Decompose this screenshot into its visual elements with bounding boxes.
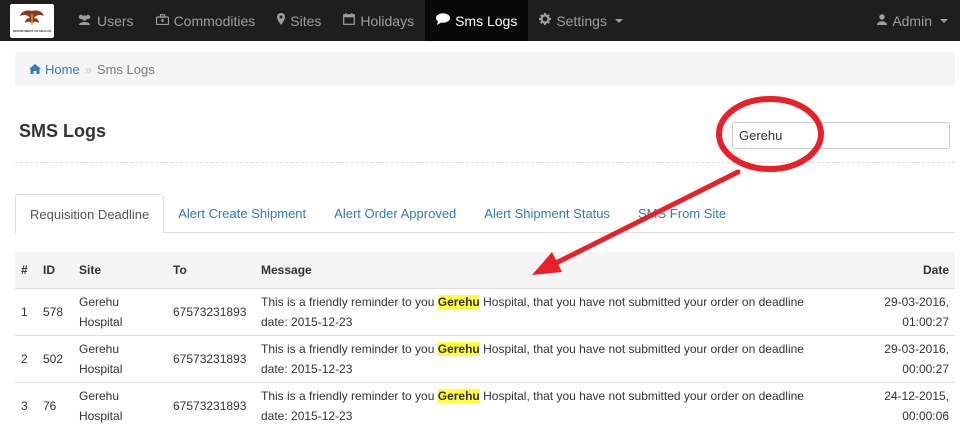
nav-sites-label: Sites — [290, 12, 322, 29]
message-line-2: date: 2015-12-23 — [261, 408, 353, 423]
chevron-down-icon — [614, 18, 623, 23]
nav-sites[interactable]: Sites — [266, 0, 332, 41]
user-menu-label: Admin — [892, 12, 932, 29]
briefcase-icon — [155, 13, 169, 28]
search-highlight: Gerehu — [437, 341, 480, 356]
sms-type-tabs: Requisition Deadline Alert Create Shipme… — [15, 194, 955, 234]
cell-date: 29-03-2016, 00:00:27 — [865, 334, 955, 382]
table-row: 2 502 Gerehu Hospital 67573231893 This is… — [15, 334, 955, 382]
nav-holidays[interactable]: Holidays — [332, 0, 425, 41]
tab-alert-shipment-status[interactable]: Alert Shipment Status — [470, 194, 624, 233]
user-menu[interactable]: Admin — [866, 0, 960, 41]
nav-users[interactable]: Users — [66, 0, 145, 41]
cell-message: This is a friendly reminder to you Gereh… — [255, 287, 865, 335]
nav-users-label: Users — [97, 12, 134, 29]
logo[interactable]: DEPARTMENT OF HEALTH — [10, 3, 54, 38]
logo-text: DEPARTMENT OF HEALTH — [12, 29, 52, 33]
site-line-2: Hospital — [79, 361, 123, 376]
search-input[interactable] — [732, 122, 950, 149]
message-suffix: Hospital, that you have not submitted yo… — [479, 294, 804, 309]
cell-site: Gerehu Hospital — [73, 381, 167, 429]
breadcrumb-home[interactable]: Home — [29, 62, 80, 77]
message-suffix: Hospital, that you have not submitted yo… — [479, 388, 804, 403]
date-line-2: 00:00:27 — [902, 361, 949, 376]
tab-alert-order-approved[interactable]: Alert Order Approved — [320, 194, 470, 233]
bird-of-paradise-emblem — [20, 10, 44, 25]
sms-logs-table: # ID Site To Message Date 1 578 Gerehu Ho… — [15, 252, 955, 429]
table-row: 1 578 Gerehu Hospital 67573231893 This is… — [15, 287, 955, 335]
breadcrumb: Home » Sms Logs — [15, 52, 955, 86]
date-line-2: 00:00:06 — [902, 408, 949, 423]
nav-holidays-label: Holidays — [360, 12, 415, 29]
breadcrumb-separator: » — [84, 61, 92, 77]
message-suffix: Hospital, that you have not submitted yo… — [479, 341, 804, 356]
cell-to: 67573231893 — [167, 287, 255, 335]
cell-message: This is a friendly reminder to you Gereh… — [255, 334, 865, 382]
date-line-2: 01:00:27 — [902, 314, 949, 329]
col-header-message: Message — [255, 252, 865, 289]
cell-num: 1 — [15, 287, 37, 335]
nav-sms-logs-label: Sms Logs — [455, 12, 518, 29]
users-icon — [77, 14, 92, 28]
nav-commodities-label: Commodities — [173, 12, 256, 29]
nav-sms-logs[interactable]: Sms Logs — [425, 0, 529, 41]
table-header-row: # ID Site To Message Date — [15, 252, 955, 289]
header-divider — [15, 162, 955, 163]
cell-date: 24-12-2015, 00:00:06 — [865, 381, 955, 429]
cell-to: 67573231893 — [167, 381, 255, 429]
site-line-1: Gerehu — [79, 294, 120, 309]
cell-id: 502 — [37, 334, 73, 382]
col-header-id: ID — [37, 252, 73, 289]
col-header-to: To — [167, 252, 255, 289]
site-line-2: Hospital — [79, 408, 123, 423]
table-row: 3 76 Gerehu Hospital 67573231893 This is … — [15, 381, 955, 429]
cell-site: Gerehu Hospital — [73, 334, 167, 382]
search-highlight: Gerehu — [437, 388, 480, 403]
date-line-1: 29-03-2016, — [884, 294, 949, 309]
top-navbar: DEPARTMENT OF HEALTH Users Commodities S… — [0, 0, 960, 41]
breadcrumb-current: Sms Logs — [96, 61, 155, 77]
message-line-2: date: 2015-12-23 — [261, 314, 353, 329]
cell-message: This is a friendly reminder to you Gereh… — [255, 381, 865, 429]
date-line-1: 24-12-2015, — [884, 388, 949, 403]
search-highlight: Gerehu — [437, 294, 480, 309]
col-header-num: # — [15, 252, 37, 289]
tab-sms-from-site[interactable]: SMS From Site — [624, 194, 740, 233]
cell-id: 76 — [37, 381, 73, 429]
nav-settings[interactable]: Settings — [528, 0, 634, 41]
tab-alert-create-shipment[interactable]: Alert Create Shipment — [164, 194, 320, 233]
user-icon — [877, 13, 888, 28]
site-line-2: Hospital — [79, 314, 123, 329]
home-icon — [29, 62, 41, 77]
site-line-1: Gerehu — [79, 341, 120, 356]
cell-date: 29-03-2016, 01:00:27 — [865, 287, 955, 335]
calendar-icon — [343, 13, 356, 28]
cell-num: 3 — [15, 381, 37, 429]
chevron-down-icon — [940, 18, 948, 23]
cell-site: Gerehu Hospital — [73, 287, 167, 335]
tab-requisition-deadline[interactable]: Requisition Deadline — [15, 194, 165, 234]
site-line-1: Gerehu — [79, 388, 120, 403]
message-prefix: This is a friendly reminder to you — [261, 341, 438, 356]
col-header-site: Site — [73, 252, 167, 289]
cell-num: 2 — [15, 334, 37, 382]
nav-commodities[interactable]: Commodities — [145, 0, 267, 41]
map-marker-icon — [277, 13, 286, 28]
message-prefix: This is a friendly reminder to you — [261, 294, 438, 309]
cell-id: 578 — [37, 287, 73, 335]
cell-to: 67573231893 — [167, 334, 255, 382]
message-line-2: date: 2015-12-23 — [261, 361, 353, 376]
breadcrumb-home-label: Home — [45, 61, 80, 77]
message-prefix: This is a friendly reminder to you — [261, 388, 438, 403]
page-title: SMS Logs — [19, 121, 107, 141]
nav-settings-label: Settings — [556, 12, 607, 29]
col-header-date: Date — [865, 252, 955, 289]
comment-icon — [436, 13, 451, 28]
gear-icon — [539, 13, 552, 28]
date-line-1: 29-03-2016, — [884, 341, 949, 356]
